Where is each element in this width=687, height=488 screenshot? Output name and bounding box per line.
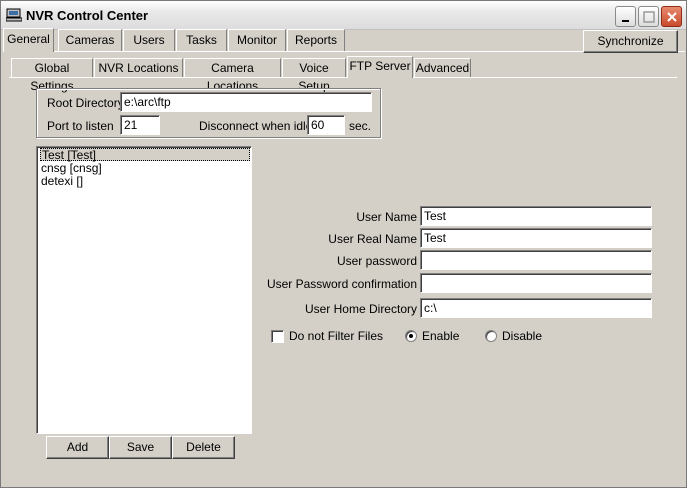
user-password-confirm-label: User Password confirmation	[266, 277, 417, 291]
enable-radio[interactable]	[405, 330, 417, 342]
root-directory-input[interactable]: e:\arc\ftp	[120, 92, 372, 112]
idle-timeout-unit: sec.	[349, 119, 372, 133]
list-item[interactable]: detexi []	[40, 175, 84, 188]
user-home-directory-input[interactable]: c:\	[420, 298, 652, 318]
subtab-camera-locations[interactable]: Camera Locations	[184, 58, 281, 93]
add-user-button[interactable]: Add	[46, 436, 109, 459]
minimize-button[interactable]	[615, 6, 636, 27]
disable-label: Disable	[502, 329, 543, 343]
port-label: Port to listen	[47, 119, 114, 133]
synchronize-button[interactable]: Synchronize	[583, 30, 678, 53]
tab-monitor[interactable]: Monitor	[228, 29, 286, 51]
disable-radio[interactable]	[485, 330, 497, 342]
save-user-button[interactable]: Save	[109, 436, 172, 459]
subtab-advanced[interactable]: Advanced	[414, 58, 471, 78]
user-name-input[interactable]: Test	[420, 206, 652, 226]
user-password-label: User password	[336, 254, 417, 268]
nvr-control-center-window: NVR Control Center General Cameras Users…	[0, 0, 687, 488]
subtab-global-settings[interactable]: Global Settings	[11, 58, 93, 93]
port-input[interactable]: 21	[120, 115, 160, 135]
tab-general[interactable]: General	[3, 28, 54, 52]
tab-cameras[interactable]: Cameras	[58, 29, 122, 51]
tab-users[interactable]: Users	[123, 29, 175, 51]
maximize-icon	[643, 11, 655, 23]
idle-timeout-label: Disconnect when idle	[199, 119, 313, 133]
window-title: NVR Control Center	[26, 8, 149, 23]
subtab-nvr-locations[interactable]: NVR Locations	[94, 58, 183, 78]
close-button[interactable]	[661, 6, 682, 27]
root-directory-label: Root Directory	[47, 96, 124, 110]
ftp-users-list[interactable]: Test [Test] cnsg [cnsg] detexi []	[36, 146, 252, 434]
subtab-voice-setup[interactable]: Voice Setup	[282, 58, 346, 93]
subtab-ftp-server[interactable]: FTP Server	[347, 56, 413, 78]
user-real-name-label: User Real Name	[328, 232, 417, 246]
tab-tasks[interactable]: Tasks	[176, 29, 227, 51]
tab-reports[interactable]: Reports	[287, 29, 345, 51]
computer-icon	[5, 8, 23, 22]
user-password-confirm-input[interactable]	[420, 273, 652, 293]
maximize-button[interactable]	[638, 6, 659, 27]
user-name-label: User Name	[356, 210, 417, 224]
minimize-icon	[622, 20, 629, 22]
user-home-directory-label: User Home Directory	[304, 302, 417, 316]
no-filter-label: Do not Filter Files	[289, 329, 384, 343]
close-icon	[667, 12, 677, 22]
list-item[interactable]: Test [Test]	[40, 148, 250, 162]
no-filter-checkbox[interactable]	[271, 330, 284, 343]
delete-user-button[interactable]: Delete	[172, 436, 235, 459]
title-bar: NVR Control Center	[1, 1, 686, 30]
user-password-input[interactable]	[420, 250, 652, 270]
enable-label: Enable	[422, 329, 460, 343]
subtab-panel-border	[9, 77, 677, 78]
radio-selected-dot	[409, 334, 413, 338]
user-real-name-input[interactable]: Test	[420, 228, 652, 248]
idle-timeout-input[interactable]: 60	[307, 115, 345, 135]
